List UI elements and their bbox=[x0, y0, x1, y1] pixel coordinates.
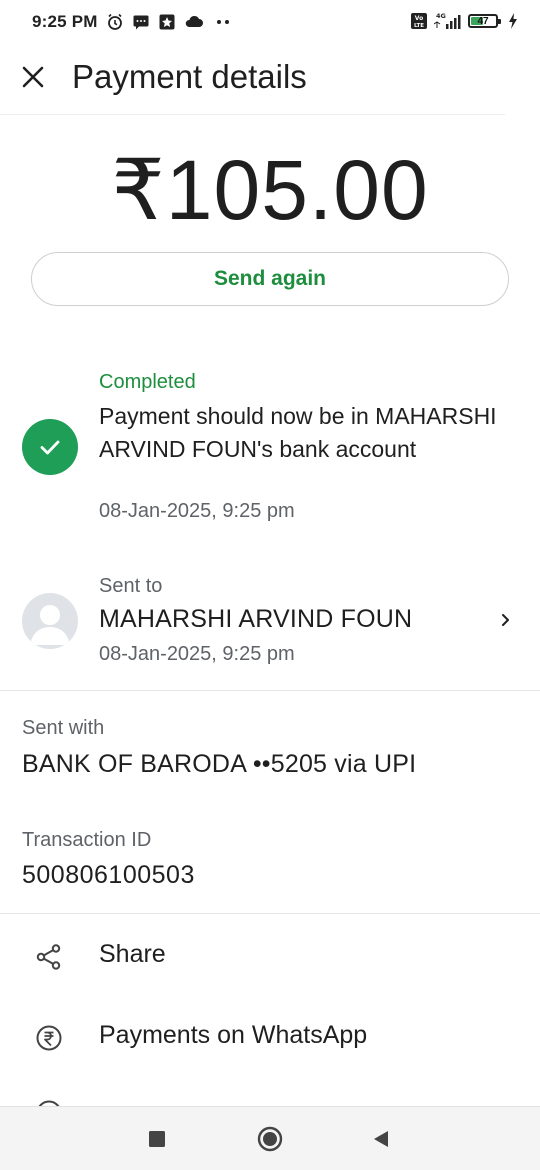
notification-icon bbox=[158, 13, 176, 31]
svg-text:LTE: LTE bbox=[414, 23, 424, 29]
svg-text:Vo: Vo bbox=[415, 15, 423, 22]
status-left: 9:25 PM bbox=[32, 12, 232, 32]
navigation-bar bbox=[0, 1106, 540, 1170]
back-triangle-icon[interactable] bbox=[367, 1125, 395, 1153]
close-button[interactable] bbox=[18, 62, 48, 92]
sent-with-label: Sent with bbox=[22, 717, 105, 739]
status-time: 9:25 PM bbox=[32, 12, 98, 31]
home-circle-icon[interactable] bbox=[256, 1125, 284, 1153]
status-bar: 9:25 PM Vo LTE 4G 47 bbox=[0, 0, 540, 46]
battery-icon: 47 bbox=[468, 14, 501, 28]
recents-square-icon[interactable] bbox=[143, 1125, 171, 1153]
header: Payment details bbox=[0, 46, 540, 114]
sent-with-value: BANK OF BARODA ••5205 via UPI bbox=[22, 750, 417, 778]
svg-text:4G: 4G bbox=[436, 12, 446, 20]
status-message: Payment should now be in MAHARSHI ARVIND… bbox=[99, 403, 497, 462]
alarm-icon bbox=[106, 13, 124, 31]
person-icon bbox=[30, 605, 70, 645]
more-dots-icon bbox=[216, 19, 232, 25]
message-icon bbox=[132, 13, 150, 31]
chevron-right-icon[interactable] bbox=[496, 609, 516, 631]
status-right: Vo LTE 4G 47 bbox=[410, 12, 518, 30]
page-title: Payment details bbox=[72, 58, 307, 95]
recipient-name[interactable]: MAHARSHI ARVIND FOUN bbox=[99, 605, 412, 634]
cloud-icon bbox=[184, 14, 204, 30]
status-timestamp: 08-Jan-2025, 9:25 pm bbox=[99, 500, 295, 522]
payment-details-screen: 9:25 PM Vo LTE 4G 47 Payment details ₹10… bbox=[0, 0, 540, 1170]
avatar[interactable] bbox=[22, 593, 78, 649]
status-label: Completed bbox=[99, 371, 196, 393]
completed-check-icon bbox=[22, 419, 78, 475]
signal-4g-icon: 4G bbox=[434, 12, 462, 30]
volte-icon: Vo LTE bbox=[410, 12, 428, 30]
recipient-timestamp: 08-Jan-2025, 9:25 pm bbox=[99, 643, 295, 665]
payments-on-whatsapp-action[interactable]: Payments on WhatsApp bbox=[0, 1007, 540, 1069]
send-again-button[interactable]: Send again bbox=[31, 252, 509, 306]
share-icon bbox=[34, 942, 64, 972]
share-action[interactable]: Share bbox=[0, 926, 540, 988]
payments-on-whatsapp-label: Payments on WhatsApp bbox=[99, 1021, 368, 1049]
transaction-id-label: Transaction ID bbox=[22, 829, 152, 851]
sent-to-label: Sent to bbox=[99, 575, 163, 597]
section-divider bbox=[0, 690, 540, 691]
section-divider bbox=[0, 913, 540, 914]
share-label: Share bbox=[99, 940, 166, 968]
payment-amount: ₹105.00 bbox=[111, 143, 429, 237]
rupee-circle-icon bbox=[34, 1023, 64, 1053]
header-divider bbox=[0, 114, 505, 115]
battery-percent: 47 bbox=[477, 15, 489, 27]
charging-icon bbox=[508, 13, 518, 29]
transaction-id-value: 500806100503 bbox=[22, 861, 195, 889]
close-icon bbox=[22, 66, 44, 88]
